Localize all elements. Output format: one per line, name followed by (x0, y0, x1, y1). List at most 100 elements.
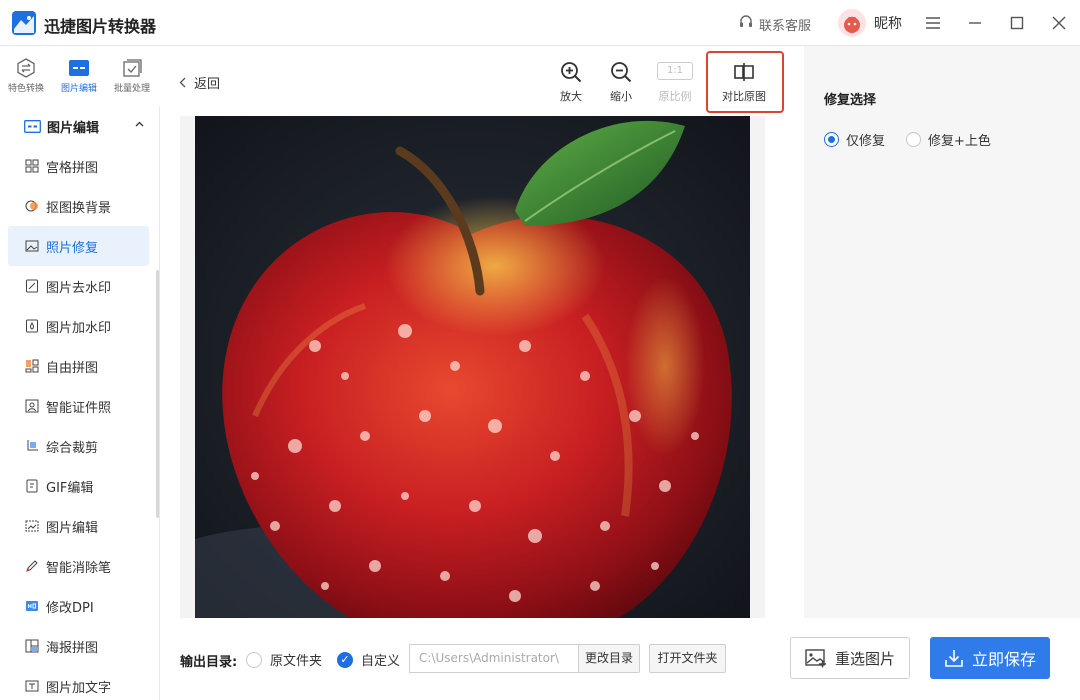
option-label: 仅修复 (846, 134, 886, 149)
cutout-icon (25, 199, 39, 213)
original-ratio-label: 原比例 (658, 90, 692, 103)
open-folder-button[interactable]: 打开文件夹 (649, 644, 726, 673)
radio-unchecked-icon (246, 651, 262, 668)
sidebar-item-label: 图片加水印 (46, 320, 112, 336)
repair-options-panel: 修复选择 仅修复 修复+上色 (804, 46, 1080, 618)
sidebar-item-label: GIF编辑 (46, 480, 94, 496)
sidebar-item-add-watermark[interactable]: 图片加水印 (8, 306, 149, 346)
sidebar-item-image-edit[interactable]: 图片编辑 (8, 506, 149, 546)
download-icon (944, 648, 964, 668)
sidebar-item-poster[interactable]: 海报拼图 (8, 626, 149, 666)
sidebar-item-label: 智能消除笔 (46, 560, 112, 576)
zoom-in-button[interactable]: 放大 (548, 60, 594, 104)
mode-label: 批量处理 (113, 84, 150, 94)
add-text-icon (25, 679, 39, 693)
sidebar-item-label: 图片编辑 (46, 520, 99, 536)
sidebar-item-eraser-pen[interactable]: 智能消除笔 (8, 546, 149, 586)
sidebar-group-header[interactable]: 图片编辑 (24, 116, 154, 136)
sidebar-item-grid-collage[interactable]: 宫格拼图 (8, 146, 149, 186)
option-repair-colorize[interactable]: 修复+上色 (906, 130, 991, 149)
sidebar-item-label: 宫格拼图 (46, 160, 99, 176)
edit-image-icon (25, 519, 39, 533)
crop-icon (25, 439, 39, 453)
ratio-box: 1:1 (657, 62, 693, 80)
avatar[interactable] (838, 9, 866, 37)
sidebar-item-add-text[interactable]: 图片加文字 (8, 666, 149, 700)
sidebar-item-label: 修改DPI (46, 600, 94, 616)
radio-unchecked-icon (906, 132, 921, 147)
mode-batch[interactable]: 批量处理 (106, 58, 158, 94)
gif-icon (25, 479, 39, 493)
sidebar: 图片编辑 宫格拼图 抠图换背景 照片修复 图片去水印 图片加水印 自由拼图 智能… (0, 106, 160, 700)
zoom-out-icon (609, 60, 633, 84)
close-icon[interactable] (1048, 12, 1070, 34)
output-custom-option[interactable]: ✓ 自定义 (337, 650, 400, 669)
sidebar-item-crop[interactable]: 综合裁剪 (8, 426, 149, 466)
sidebar-item-label: 自由拼图 (46, 360, 99, 376)
sidebar-item-dpi[interactable]: 修改DPI (8, 586, 149, 626)
change-directory-button[interactable]: 更改目录 (578, 644, 640, 673)
sidebar-item-cutout[interactable]: 抠图换背景 (8, 186, 149, 226)
poster-icon (25, 639, 39, 653)
photo-repair-icon (25, 239, 39, 253)
mode-special-convert[interactable]: 特色转换 (0, 58, 52, 94)
add-watermark-icon (25, 319, 39, 333)
back-button[interactable]: 返回 (179, 73, 220, 92)
preview-image[interactable] (195, 116, 750, 618)
zoom-out-button[interactable]: 缩小 (598, 60, 644, 104)
reselect-image-button[interactable]: 重选图片 (790, 637, 910, 679)
maximize-icon[interactable] (1006, 12, 1028, 34)
mode-switcher: 特色转换 图片编辑 批量处理 (0, 46, 160, 106)
title-bar: 迅捷图片转换器 联系客服 昵称 (0, 0, 1080, 46)
option-repair-only[interactable]: 仅修复 (824, 130, 885, 149)
compare-highlight-frame (706, 51, 784, 113)
grid-icon (25, 159, 39, 173)
sidebar-item-label: 图片加文字 (46, 680, 112, 696)
output-original-folder-option[interactable]: 原文件夹 (246, 650, 322, 669)
support-link[interactable]: 联系客服 (738, 14, 811, 34)
image-edit-icon (68, 58, 90, 78)
id-photo-icon (25, 399, 39, 413)
checkmark-icon: ✓ (337, 651, 353, 668)
output-path-field[interactable]: C:\Users\Administrator\ (409, 644, 579, 673)
option-label: 自定义 (361, 654, 401, 669)
app-title: 迅捷图片转换器 (44, 17, 157, 36)
user-nickname[interactable]: 昵称 (874, 13, 902, 33)
sidebar-item-free-collage[interactable]: 自由拼图 (8, 346, 149, 386)
radio-checked-icon (824, 132, 839, 147)
image-icon (805, 648, 827, 668)
zoom-in-icon (559, 60, 583, 84)
remove-watermark-icon (25, 279, 39, 293)
sidebar-item-label: 照片修复 (46, 240, 99, 256)
sidebar-item-gif-edit[interactable]: GIF编辑 (8, 466, 149, 506)
mode-image-edit[interactable]: 图片编辑 (53, 58, 105, 94)
menu-icon[interactable] (922, 12, 944, 34)
save-now-button[interactable]: 立即保存 (930, 637, 1050, 679)
image-edit-group-icon (24, 119, 41, 133)
sidebar-item-label: 抠图换背景 (46, 200, 112, 216)
sidebar-group-title: 图片编辑 (47, 120, 100, 136)
support-label: 联系客服 (759, 18, 812, 34)
sidebar-item-id-photo[interactable]: 智能证件照 (8, 386, 149, 426)
sidebar-item-label: 图片去水印 (46, 280, 112, 296)
chevron-left-icon (179, 77, 186, 88)
sidebar-item-photo-repair[interactable]: 照片修复 (8, 226, 149, 266)
sidebar-item-remove-watermark[interactable]: 图片去水印 (8, 266, 149, 306)
option-label: 原文件夹 (270, 654, 323, 669)
panel-title: 修复选择 (824, 93, 877, 108)
sidebar-item-label: 海报拼图 (46, 640, 99, 656)
eraser-pen-icon (25, 559, 39, 573)
save-label: 立即保存 (971, 650, 1036, 669)
minimize-icon[interactable] (964, 12, 986, 34)
option-label: 修复+上色 (928, 134, 991, 149)
reselect-label: 重选图片 (834, 649, 895, 668)
headset-icon (738, 14, 754, 34)
chevron-up-icon (135, 119, 144, 130)
zoom-in-label: 放大 (560, 90, 582, 103)
mode-label: 图片编辑 (60, 84, 97, 94)
sidebar-item-label: 智能证件照 (46, 400, 112, 416)
original-ratio-button[interactable]: 1:1 原比例 (652, 60, 698, 104)
sidebar-scrollbar[interactable] (156, 270, 159, 518)
output-dir-label: 输出目录: (180, 655, 238, 670)
free-collage-icon (25, 359, 39, 373)
